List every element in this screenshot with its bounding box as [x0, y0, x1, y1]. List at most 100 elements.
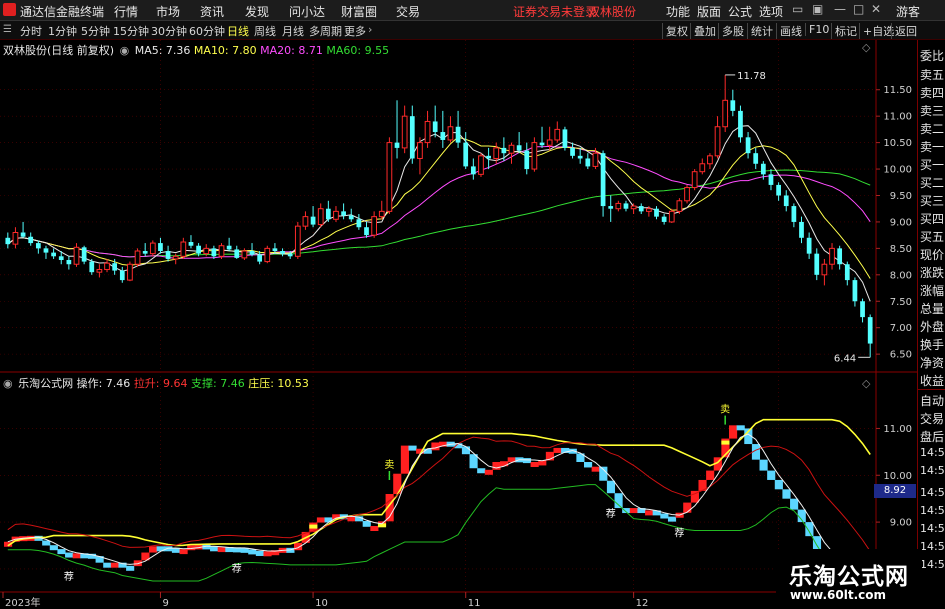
candle-body: [600, 153, 606, 207]
indicator-bar: [683, 502, 692, 513]
panel-item-price[interactable]: 现价: [920, 246, 944, 263]
add-watchlist-button[interactable]: +自选: [859, 23, 894, 39]
candle-body: [478, 155, 484, 175]
indicator-bar: [149, 546, 158, 553]
tab-1min[interactable]: 1分钟: [48, 23, 77, 39]
panel-item-earnings[interactable]: 收益: [920, 372, 944, 389]
tab-intraday[interactable]: 分时: [20, 23, 42, 39]
candle-body: [325, 208, 331, 220]
candle-body: [531, 142, 538, 170]
menu-item-function[interactable]: 功能: [666, 3, 690, 20]
panel-item-auto[interactable]: 自动: [920, 392, 944, 409]
current-stock-name: 双林股份: [588, 5, 637, 19]
overlay-button[interactable]: 叠加: [690, 23, 716, 39]
panel-item-bid4[interactable]: 买四: [920, 210, 944, 227]
panel-item-weibi[interactable]: 委比: [920, 47, 944, 64]
candle-body: [852, 280, 858, 302]
adjust-button[interactable]: 复权: [662, 23, 688, 39]
tab-60min[interactable]: 60分钟: [189, 23, 225, 39]
candle-body: [43, 248, 49, 253]
restore-layout-icon[interactable]: ▭: [792, 2, 803, 16]
tab-monthly[interactable]: 月线: [282, 23, 304, 39]
panel-item-bid1[interactable]: 买一: [920, 156, 944, 173]
panel-time: 14:56: [920, 464, 945, 477]
indicator-bar: [736, 425, 745, 431]
candle-body: [226, 245, 232, 250]
y-tick-label: 8.00: [890, 270, 912, 281]
panel-item-bid2[interactable]: 买二: [920, 174, 944, 191]
candle-body: [638, 206, 644, 212]
tab-daily[interactable]: 日线: [227, 23, 249, 39]
menu-item-ask[interactable]: 问小达: [289, 3, 325, 20]
menu-item-quotes[interactable]: 行情: [114, 3, 138, 20]
user-label[interactable]: 游客: [896, 3, 920, 20]
candle-body: [714, 126, 721, 157]
panel-time: 14:56: [920, 486, 945, 499]
panel-item-change[interactable]: 涨跌: [920, 264, 944, 281]
indicator-bar: [629, 508, 638, 514]
panel-item-ask1[interactable]: 卖一: [920, 138, 944, 155]
tab-30min[interactable]: 30分钟: [151, 23, 187, 39]
candle-body: [58, 256, 64, 261]
f10-button[interactable]: F10: [805, 23, 829, 36]
y-tick-label: 10.50: [883, 138, 912, 149]
panel-item-change-pct[interactable]: 涨幅: [920, 282, 944, 299]
candle-body: [127, 263, 133, 281]
candle-body: [630, 205, 637, 210]
candle-body: [768, 174, 774, 185]
menu-toggle-icon[interactable]: ☰: [3, 24, 12, 35]
minimize-icon[interactable]: —: [834, 2, 846, 16]
close-icon[interactable]: ✕: [871, 2, 881, 16]
tab-more[interactable]: 更多: [344, 23, 366, 39]
panel-item-outer[interactable]: 外盘: [920, 318, 944, 335]
menu-item-news[interactable]: 资讯: [200, 3, 224, 20]
indicator-bar: [431, 442, 440, 451]
candle-body: [310, 216, 316, 225]
panel-item-bid3[interactable]: 买三: [920, 192, 944, 209]
title-bar: 通达信金融终端 行情 市场 资讯 发现 问小达 财富圈 交易 证券交易未登录 双…: [0, 0, 945, 21]
panel-item-trade[interactable]: 交易: [920, 410, 944, 427]
tab-weekly[interactable]: 周线: [254, 23, 276, 39]
panel-item-bid5[interactable]: 买五: [920, 228, 944, 245]
candle-body: [661, 216, 667, 222]
panel-item-ask3[interactable]: 卖三: [920, 102, 944, 119]
login-status[interactable]: 证券交易未登录: [513, 3, 597, 20]
candle-body: [783, 195, 789, 207]
x-tick-label: 9: [162, 598, 168, 609]
candle-body: [73, 246, 80, 265]
stock-chart[interactable]: 11.786.44 荐荐荐荐荐卖卖 6.507.007.508.008.509.…: [0, 40, 917, 609]
menu-item-formula[interactable]: 公式: [728, 3, 752, 20]
multi-stock-button[interactable]: 多股: [718, 23, 744, 39]
panel-item-ask4[interactable]: 卖四: [920, 84, 944, 101]
indicator-bar: [729, 425, 738, 439]
statistics-button[interactable]: 统计: [747, 23, 773, 39]
panel-item-volume[interactable]: 总量: [920, 300, 944, 317]
candle-body: [180, 241, 187, 257]
tab-15min[interactable]: 15分钟: [113, 23, 149, 39]
menu-item-wealth[interactable]: 财富圈: [341, 3, 377, 20]
draw-line-button[interactable]: 画线: [776, 23, 802, 39]
mark-button[interactable]: 标记: [831, 23, 857, 39]
menu-item-options[interactable]: 选项: [759, 3, 783, 20]
tile-windows-icon[interactable]: ▣: [812, 2, 823, 16]
tab-5min[interactable]: 5分钟: [81, 23, 110, 39]
menu-item-market[interactable]: 市场: [156, 3, 180, 20]
menu-item-layout[interactable]: 版面: [697, 3, 721, 20]
panel-item-after-hours[interactable]: 盘后: [920, 428, 944, 445]
chevron-right-icon[interactable]: ›: [368, 23, 372, 36]
panel-item-ask2[interactable]: 卖二: [920, 120, 944, 137]
menu-item-trade[interactable]: 交易: [396, 3, 420, 20]
back-button[interactable]: 返回: [891, 23, 917, 39]
indicator-bar: [606, 480, 616, 494]
menu-item-discover[interactable]: 发现: [245, 3, 269, 20]
panel-item-ask5[interactable]: 卖五: [920, 66, 944, 83]
indicator-bar: [57, 549, 66, 555]
candle-body: [112, 263, 118, 271]
panel-item-net-asset[interactable]: 净资: [920, 354, 944, 371]
panel-item-turnover[interactable]: 换手: [920, 336, 944, 353]
low-price-label: 6.44: [834, 353, 856, 364]
y-tick-label: 6.50: [890, 350, 912, 361]
maximize-icon[interactable]: □: [853, 2, 864, 16]
tab-multi-period[interactable]: 多周期: [309, 23, 342, 39]
candle-body: [539, 142, 545, 146]
